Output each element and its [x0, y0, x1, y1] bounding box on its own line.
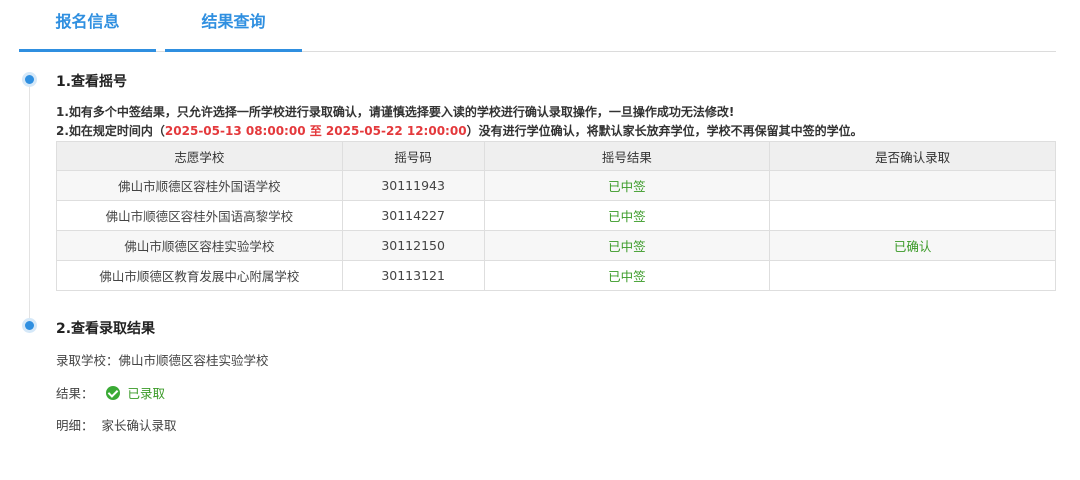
cell-code: 30112150: [341, 230, 485, 261]
cell-code: 30114227: [341, 200, 485, 231]
notice-line-2: 2.如在规定时间内（2025-05-13 08:00:00 至 2025-05-…: [56, 122, 863, 139]
admission-school-value: 佛山市顺德区容桂实验学校: [118, 353, 269, 368]
column-header-result: 摇号结果: [483, 141, 771, 171]
admission-detail: 明细： 家长确认录取: [56, 415, 177, 434]
detail-value: 家长确认录取: [101, 418, 177, 433]
deadline-start: 2025-05-13 08:00:00: [164, 124, 306, 138]
notice-prefix: 2.如在规定时间内（: [56, 124, 165, 138]
cell-school: 佛山市顺德区教育发展中心附属学校: [56, 260, 343, 291]
cell-code: 30113121: [341, 260, 485, 291]
column-header-confirm: 是否确认录取: [769, 141, 1056, 171]
section-title-admission: 2.查看录取结果: [56, 321, 156, 337]
admission-school-label: 录取学校：: [56, 353, 119, 368]
admission-result: 结果： 已录取: [56, 383, 165, 402]
column-header-school: 志愿学校: [56, 141, 343, 171]
cell-result: 已中签: [483, 260, 771, 291]
table-row: 佛山市顺德区教育发展中心附属学校 30113121 已中签: [56, 260, 1056, 291]
notice-line-1: 1.如有多个中签结果，只允许选择一所学校进行录取确认，请谨慎选择要入读的学校进行…: [56, 105, 735, 119]
check-circle-icon: [105, 385, 120, 400]
timeline-dot-icon: [25, 75, 34, 84]
result-value: 已录取: [127, 386, 166, 401]
timeline-dot-icon: [25, 321, 34, 330]
section-title-lottery: 1.查看摇号: [56, 74, 128, 90]
table-row: 佛山市顺德区容桂外国语高黎学校 30114227 已中签: [56, 200, 1056, 231]
cell-school: 佛山市顺德区容桂外国语高黎学校: [56, 200, 343, 231]
detail-label: 明细：: [56, 418, 94, 433]
table-row: 佛山市顺德区容桂外国语学校 30111943 已中签: [56, 170, 1056, 201]
cell-school: 佛山市顺德区容桂实验学校: [56, 230, 343, 261]
cell-result: 已中签: [483, 170, 771, 201]
cell-school: 佛山市顺德区容桂外国语学校: [56, 170, 343, 201]
cell-result: 已中签: [483, 230, 771, 261]
notice-suffix: ）没有进行学位确认，将默认家长放弃学位，学校不再保留其中签的学位。: [466, 124, 863, 138]
table-header-row: 志愿学校 摇号码 摇号结果 是否确认录取: [56, 141, 1056, 171]
tab-result-query[interactable]: 结果查询: [165, 0, 302, 52]
lottery-results-table: 志愿学校 摇号码 摇号结果 是否确认录取 佛山市顺德区容桂外国语学校 30111…: [56, 141, 1056, 291]
tab-bar: 报名信息 结果查询: [19, 0, 1056, 52]
cell-confirm: 已确认: [769, 230, 1056, 261]
cell-confirm: [769, 170, 1056, 201]
cell-result: 已中签: [483, 200, 771, 231]
cell-code: 30111943: [341, 170, 485, 201]
admission-school: 录取学校：佛山市顺德区容桂实验学校: [56, 350, 269, 369]
tab-registration-info[interactable]: 报名信息: [19, 0, 156, 52]
deadline-end: 2025-05-22 12:00:00: [325, 124, 467, 138]
timeline-line: [29, 84, 30, 324]
result-label: 结果：: [56, 386, 94, 401]
deadline-to: 至: [305, 124, 326, 138]
cell-confirm: [769, 260, 1056, 291]
cell-confirm: [769, 200, 1056, 231]
column-header-code: 摇号码: [341, 141, 485, 171]
table-row: 佛山市顺德区容桂实验学校 30112150 已中签 已确认: [56, 230, 1056, 261]
